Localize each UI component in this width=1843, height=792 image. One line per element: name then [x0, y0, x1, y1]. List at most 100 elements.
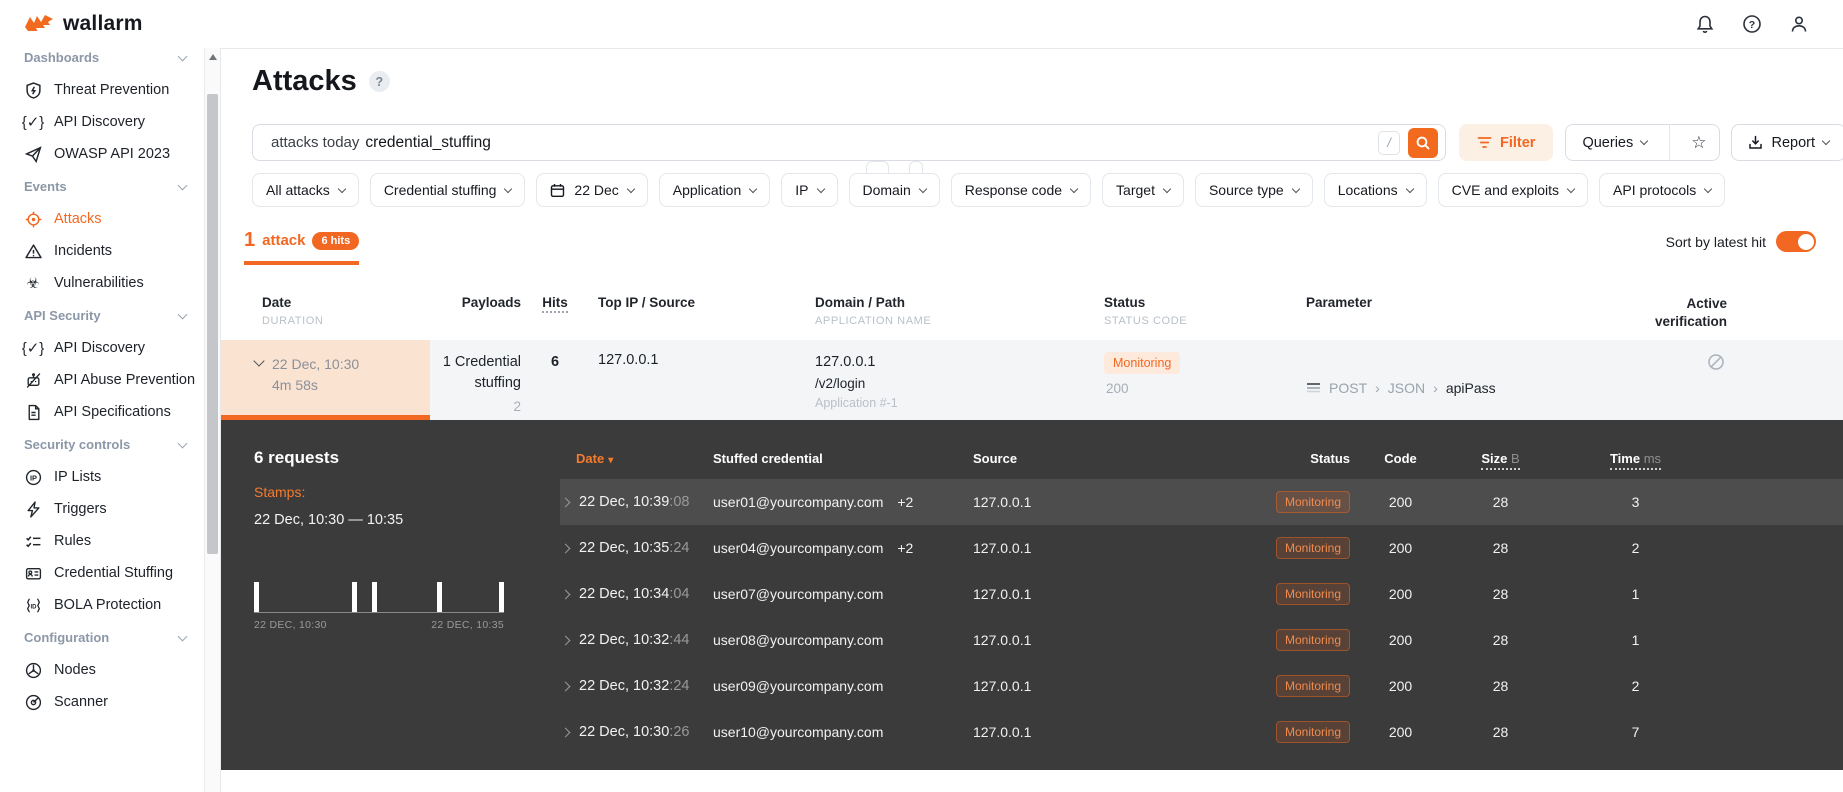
sidebar-nav: Dashboards Threat Prevention {✓} API Dis… [0, 48, 204, 718]
sidebar-item-api-abuse-prevention[interactable]: API Abuse Prevention [24, 364, 204, 396]
request-source: 127.0.0.1 [973, 494, 1032, 511]
filter-button[interactable]: Filter [1459, 124, 1554, 161]
sidebar-item-api-discovery-2[interactable]: {✓} API Discovery [21, 332, 204, 364]
sidebar-scrollbar[interactable] [204, 48, 221, 792]
sort-desc-icon: ▾ [608, 455, 614, 467]
response-size: 28 [1492, 586, 1509, 603]
sidebar-item-scanner[interactable]: Scanner [24, 686, 204, 718]
filter-chip-domain[interactable]: Domain [848, 173, 940, 207]
sidebar-section-api-security[interactable]: API Security [24, 299, 204, 332]
sort-toggle[interactable] [1776, 231, 1816, 252]
braces-check-icon: {✓} [21, 339, 45, 357]
col-req-date-sorted[interactable]: Date ▾ [560, 451, 713, 466]
user-icon[interactable] [1789, 14, 1809, 34]
col-size-sortable[interactable]: Size B [1443, 451, 1558, 471]
report-button[interactable]: Report [1731, 124, 1843, 161]
request-row[interactable]: 22 Dec, 10:39:08 user01@yourcompany.com +… [560, 479, 1843, 526]
sidebar-item-triggers[interactable]: Triggers [24, 493, 204, 525]
search-input[interactable]: attacks today credential_stuffing / [252, 124, 1446, 161]
bell-icon[interactable] [1695, 14, 1715, 34]
wallarm-console: wallarm ? Dashboards Threat Prevention {… [0, 0, 1843, 792]
stamps-histogram-labels: 22 DEC, 10:30 22 DEC, 10:35 [254, 619, 504, 631]
svg-text:ID: ID [30, 604, 37, 610]
attack-count-label: attack [262, 232, 306, 249]
sidebar-item-api-specifications[interactable]: API Specifications [24, 396, 204, 428]
page-help-icon[interactable]: ? [368, 71, 390, 92]
sidebar-section-events[interactable]: Events [24, 170, 204, 203]
attack-status: Monitoring 200 [1094, 340, 1299, 420]
chip-group-notch [866, 161, 889, 173]
request-row[interactable]: 22 Dec, 10:35:24 user04@yourcompany.com +… [560, 525, 1843, 571]
filter-chip-cve-and-exploits[interactable]: CVE and exploits [1437, 173, 1589, 207]
sidebar-item-credential-stuffing[interactable]: Credential Stuffing [24, 557, 204, 589]
col-hits-sortable[interactable]: Hits [542, 295, 568, 313]
chevron-down-icon [1704, 184, 1713, 193]
filter-chip-response-code[interactable]: Response code [950, 173, 1092, 207]
divider [1669, 125, 1671, 160]
filter-chip-api-protocols[interactable]: API protocols [1599, 173, 1726, 207]
response-code: 200 [1388, 632, 1413, 649]
help-icon[interactable]: ? [1742, 14, 1762, 34]
stuffed-credential: user04@yourcompany.com [713, 540, 884, 557]
filter-chip-target[interactable]: Target [1102, 173, 1184, 207]
filter-chip-ip[interactable]: IP [781, 173, 838, 207]
request-row[interactable]: 22 Dec, 10:32:44 user08@yourcompany.com … [560, 617, 1843, 663]
response-size: 28 [1492, 724, 1509, 741]
tab-attacks-count[interactable]: 1 attack 6 hits [244, 229, 360, 265]
toggle-knob [1797, 233, 1814, 250]
stamps-link[interactable]: Stamps: [254, 484, 560, 500]
request-row[interactable]: 22 Dec, 10:32:24 user09@yourcompany.com … [560, 663, 1843, 709]
sidebar-item-attacks[interactable]: Attacks [24, 203, 204, 235]
attack-status-code: 200 [1106, 381, 1129, 397]
filter-chip-source-type[interactable]: Source type [1194, 173, 1313, 207]
request-row[interactable]: 22 Dec, 10:30:26 user10@yourcompany.com … [560, 709, 1843, 755]
section-label: Configuration [24, 630, 110, 645]
request-source: 127.0.0.1 [973, 540, 1032, 557]
attack-row[interactable]: 22 Dec, 10:30 4m 58s 1 Credential stuffin… [221, 340, 1843, 421]
histogram-label-start: 22 DEC, 10:30 [254, 619, 327, 632]
sidebar-item-label: Attacks [54, 211, 102, 227]
sidebar-section-security-controls[interactable]: Security controls [24, 428, 204, 461]
chevron-down-icon [1566, 184, 1576, 193]
queries-group: Queries ☆ [1565, 124, 1721, 161]
sidebar-item-label: Credential Stuffing [54, 565, 174, 581]
chip-group-notch [909, 161, 923, 173]
stuffed-credential: user07@yourcompany.com [713, 586, 884, 603]
filter-chip-locations[interactable]: Locations [1323, 173, 1427, 207]
sidebar-section-configuration[interactable]: Configuration [24, 621, 204, 654]
sidebar-item-incidents[interactable]: Incidents [24, 235, 204, 267]
filter-chip-all-attacks[interactable]: All attacks [252, 173, 359, 207]
sidebar-item-label: Vulnerabilities [54, 275, 144, 291]
sidebar-item-vulnerabilities[interactable]: ☣ Vulnerabilities [24, 267, 204, 299]
filter-chip-application[interactable]: Application [658, 173, 771, 207]
sidebar-item-threat-prevention[interactable]: Threat Prevention [24, 74, 204, 106]
search-button[interactable] [1408, 127, 1438, 158]
attack-date-cell[interactable]: 22 Dec, 10:30 4m 58s [221, 340, 430, 421]
sidebar-item-ip-lists[interactable]: IP IP Lists [24, 461, 204, 493]
sidebar-item-label: Nodes [54, 662, 96, 678]
request-row[interactable]: 22 Dec, 10:34:04 user07@yourcompany.com … [560, 571, 1843, 617]
queries-button[interactable]: Queries [1566, 125, 1661, 160]
attack-count: 1 [244, 229, 256, 251]
page-bottom [221, 782, 1843, 792]
stamps-range: 22 Dec, 10:30 — 10:35 [254, 512, 404, 529]
attack-duration: 4m 58s [272, 377, 318, 394]
col-time-sortable[interactable]: Time ms [1558, 451, 1713, 471]
requests-panel: 6 requests Stamps: 22 Dec, 10:30 — 10:35… [221, 420, 1843, 771]
scrollbar-up-arrow[interactable] [209, 54, 217, 60]
filter-chip-credential-stuffing[interactable]: Credential stuffing [369, 173, 526, 207]
sidebar-item-rules[interactable]: Rules [24, 525, 204, 557]
sidebar-section-dashboards[interactable]: Dashboards [24, 48, 204, 74]
scrollbar-thumb[interactable] [207, 94, 218, 554]
sidebar-item-nodes[interactable]: Nodes [24, 654, 204, 686]
sidebar-item-api-discovery[interactable]: {✓} API Discovery [22, 106, 204, 138]
sidebar-item-owasp-api-2023[interactable]: OWASP API 2023 [24, 138, 204, 170]
sidebar: Dashboards Threat Prevention {✓} API Dis… [0, 48, 204, 792]
favorite-star-icon[interactable]: ☆ [1678, 125, 1719, 160]
wallarm-logo[interactable]: wallarm [0, 12, 143, 36]
sidebar-item-bola-protection[interactable]: ID BOLA Protection [24, 589, 204, 621]
filter-chips-row: All attacks Credential stuffing 22 Dec A… [252, 161, 1816, 207]
chevron-down-icon [177, 631, 188, 641]
biohazard-icon: ☣ [26, 274, 40, 292]
filter-chip-date[interactable]: 22 Dec [536, 173, 648, 207]
